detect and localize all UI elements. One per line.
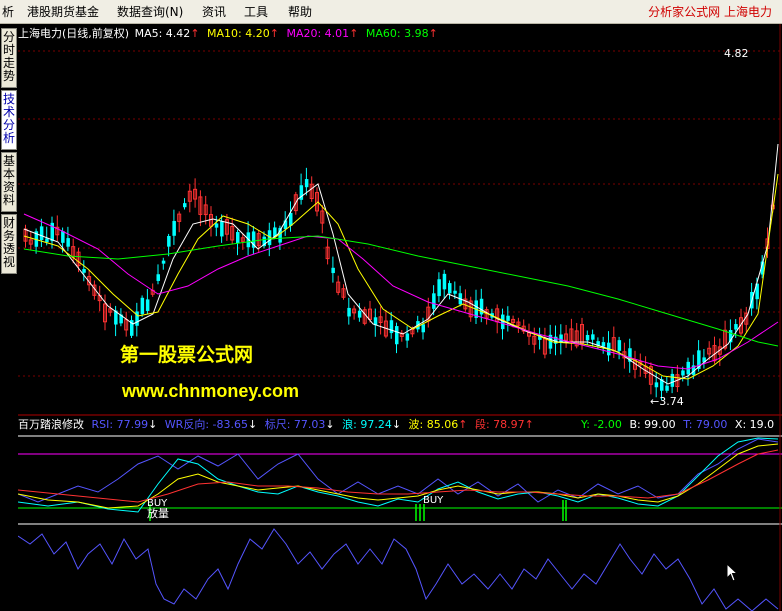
candle-body-down <box>66 238 70 247</box>
candle-body-down <box>39 226 44 241</box>
menu-item-hk-futures-funds[interactable]: 港股期货基金 <box>27 4 99 20</box>
candle-body-down <box>214 223 219 228</box>
low-price-marker: ←3.74 <box>650 395 684 408</box>
volume-signal-label: 放量 <box>147 507 169 520</box>
cursor-y-value: Y: -2.00 <box>581 418 622 431</box>
up-arrow-icon: ↑ <box>269 27 279 40</box>
candle-body-down <box>220 221 224 237</box>
candle-body-down <box>167 236 171 247</box>
buy-signal-label-2: BUY <box>423 495 444 506</box>
watermark-title: 第一股票公式网 <box>120 344 254 366</box>
chart-canvas[interactable] <box>18 24 782 611</box>
indicator-legend: 百万踏浪修改 RSI: 77.99↓ WR反向: -83.65↓ 标尺: 77.… <box>18 418 534 432</box>
candle-body-down <box>506 315 510 321</box>
candle-body-down <box>734 324 738 330</box>
candle-body-down <box>145 299 150 311</box>
ma20-value: MA20: 4.01 <box>286 27 350 40</box>
down-arrow-icon: ↓ <box>247 418 258 431</box>
candle-body-down <box>601 342 606 347</box>
candle-body-down <box>389 320 394 334</box>
candle-body-down <box>140 297 145 315</box>
stock-title: 上海电力(日线,前复权) <box>18 27 130 40</box>
candle-body-down <box>421 324 425 333</box>
rsi-value: RSI: 77.99 <box>91 418 149 431</box>
candle-body-down <box>45 238 49 243</box>
main-chart-legend: 上海电力(日线,前复权) MA5: 4.42↑ MA10: 4.20↑ MA20… <box>18 27 438 41</box>
low-price-label: 3.74 <box>659 395 684 408</box>
candle-body-down <box>665 385 669 391</box>
menu-item-analysis[interactable]: 析 <box>2 4 14 20</box>
candle-body-down <box>347 307 351 317</box>
cursor-readout: Y: -2.00 B: 99.00 T: 79.00 X: 19.0 <box>581 418 774 432</box>
brand-title: 分析家公式网 上海电力 <box>648 5 772 19</box>
cursor-x-value: X: 19.0 <box>734 418 775 431</box>
candle-body-down <box>161 260 166 264</box>
high-price-label: 4.82 <box>724 47 749 60</box>
candle-body-down <box>61 231 65 243</box>
watermark-url: www.chnmoney.com <box>122 381 300 401</box>
menu-item-data-query[interactable]: 数据查询(N) <box>117 4 183 20</box>
menu-item-news[interactable]: 资讯 <box>202 4 226 20</box>
up-arrow-icon: ↑ <box>190 27 200 40</box>
segment-value: 段: 78.97 <box>474 418 525 431</box>
wr-value: WR反向: -83.65 <box>164 418 248 431</box>
side-tab-bar: 分时走势 技术分析 基本资料 财务透视 <box>0 24 18 611</box>
menu-bar: 析 港股期货基金 数据查询(N) 资讯 工具 帮助 分析家公式网 上海电力 <box>0 0 782 24</box>
candle-body-down <box>172 220 176 236</box>
candle-body-down <box>448 283 452 294</box>
up-arrow-icon: ↑ <box>458 418 468 431</box>
candle-body-down <box>453 290 457 294</box>
menu-item-tools[interactable]: 工具 <box>244 4 268 20</box>
candle-body-down <box>437 279 441 297</box>
up-arrow-icon: ↑ <box>428 27 438 40</box>
candle-body-down <box>405 333 410 341</box>
tab-intraday[interactable]: 分时走势 <box>1 28 17 88</box>
chart-area[interactable]: 上海电力(日线,前复权) MA5: 4.42↑ MA10: 4.20↑ MA20… <box>18 24 782 611</box>
indicator-title: 百万踏浪修改 <box>18 418 84 431</box>
ma5-value: MA5: 4.42 <box>134 27 191 40</box>
down-arrow-icon: ↓ <box>391 418 402 431</box>
candle-body-down <box>183 203 187 208</box>
up-arrow-icon: ↑ <box>349 27 359 40</box>
candle-body-down <box>432 293 436 309</box>
candle-body-down <box>442 273 447 290</box>
candle-body-down <box>617 340 622 351</box>
tab-fundamentals[interactable]: 基本资料 <box>1 152 17 212</box>
candle-body-down <box>559 334 563 343</box>
ma60-value: MA60: 3.98 <box>365 27 429 40</box>
candle-body-down <box>395 326 399 345</box>
tab-financials[interactable]: 财务透视 <box>1 214 17 274</box>
candle-body-down <box>357 310 362 318</box>
candle-body-down <box>304 179 309 188</box>
candle-body-down <box>681 370 685 376</box>
candle-body-down <box>654 382 659 388</box>
candle-body-down <box>156 274 160 281</box>
down-arrow-icon: ↓ <box>325 418 335 431</box>
swing-value: 波: 85.06 <box>408 418 459 431</box>
menu-item-help[interactable]: 帮助 <box>288 4 312 20</box>
cursor-t-value: T: 79.00 <box>683 418 728 431</box>
candle-body-down <box>236 232 240 244</box>
ruler-value: 标尺: 77.03 <box>264 418 326 431</box>
wave-value: 浪: 97.24 <box>342 418 392 431</box>
tab-technical-analysis[interactable]: 技术分析 <box>1 90 17 150</box>
mouse-pointer-icon <box>726 563 739 582</box>
candle-body-down <box>331 267 335 274</box>
candle-body-down <box>585 334 590 341</box>
ma10-value: MA10: 4.20 <box>207 27 270 40</box>
candle-body-down <box>82 268 86 273</box>
candle-body-down <box>670 373 675 387</box>
down-arrow-icon: ↓ <box>148 418 158 431</box>
up-arrow-icon: ↑ <box>524 418 534 431</box>
cursor-b-value: B: 99.00 <box>629 418 676 431</box>
candle-body-down <box>591 334 595 340</box>
